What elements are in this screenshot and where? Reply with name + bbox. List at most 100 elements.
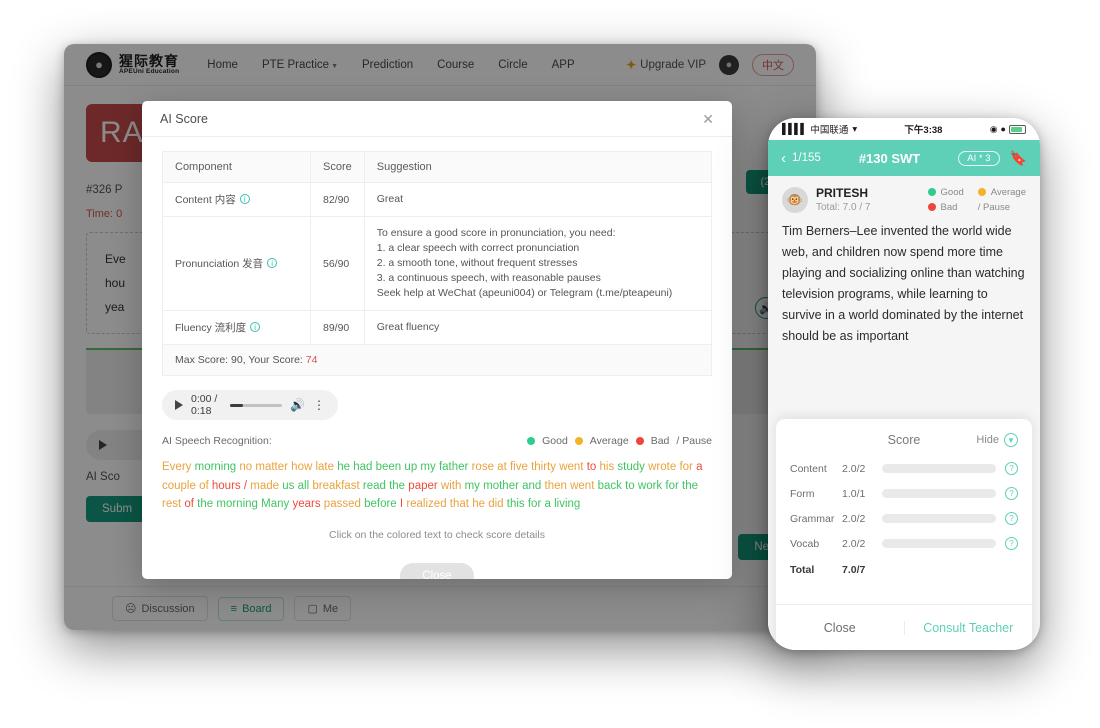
nav-link-prediction[interactable]: Prediction (362, 59, 413, 71)
transcript-word[interactable]: us (282, 480, 294, 492)
transcript-word[interactable]: study (617, 461, 645, 473)
transcript-word[interactable]: mother (483, 480, 519, 492)
transcript-word[interactable]: this (507, 498, 525, 510)
transcript-word[interactable]: the (197, 498, 213, 510)
consult-teacher-button[interactable]: Consult Teacher (903, 620, 1033, 635)
transcript-word[interactable]: of (199, 480, 209, 492)
transcript-word[interactable]: for (528, 498, 541, 510)
transcript-word[interactable]: the (389, 480, 405, 492)
transcript-word[interactable]: no (239, 461, 252, 473)
transcript-word[interactable]: years (292, 498, 320, 510)
nav-label: Circle (498, 58, 528, 71)
bottom-item-board[interactable]: ≡ Board (217, 596, 285, 621)
transcript-word[interactable]: went (559, 461, 583, 473)
info-icon[interactable]: i (250, 322, 261, 332)
bottom-item-me[interactable]: ▢ Me (294, 596, 352, 621)
transcript-word[interactable]: living (554, 498, 580, 510)
transcript-word[interactable]: work (638, 480, 662, 492)
transcript-word[interactable]: he (337, 461, 350, 473)
avatar[interactable]: ● (719, 54, 739, 75)
nav-link-home[interactable]: Home (207, 59, 238, 71)
close-icon[interactable]: ✕ (702, 112, 714, 126)
transcript-word[interactable]: my (465, 480, 480, 492)
transcript-word[interactable]: read (363, 480, 386, 492)
asr-transcript[interactable]: Every morning no matter how late he had … (162, 458, 712, 514)
submit-button[interactable]: Subm (86, 496, 149, 522)
ai-badge[interactable]: AI * 3 (958, 150, 1000, 166)
transcript-word[interactable]: my (420, 461, 435, 473)
transcript-word[interactable]: went (570, 480, 594, 492)
help-icon[interactable]: ? (1005, 512, 1018, 525)
close-button[interactable]: Close (400, 562, 474, 579)
transcript-word[interactable]: five (510, 461, 528, 473)
transcript-word[interactable]: made (250, 480, 279, 492)
transcript-word[interactable]: morning (216, 498, 258, 510)
transcript-word[interactable]: of (184, 498, 194, 510)
info-icon[interactable]: i (267, 258, 278, 268)
language-toggle[interactable]: 中文 (752, 53, 794, 76)
transcript-word[interactable]: realized (406, 498, 446, 510)
site-logo[interactable]: ● 猩际教育 APEUni Education (86, 51, 179, 78)
upgrade-vip-button[interactable]: ✦ Upgrade VIP (626, 58, 706, 72)
info-icon[interactable]: i (239, 194, 250, 204)
transcript-word[interactable]: the (682, 480, 698, 492)
transcript-word[interactable]: at (497, 461, 507, 473)
transcript-word[interactable]: a (696, 461, 702, 473)
transcript-word[interactable]: been (376, 461, 402, 473)
transcript-word[interactable]: paper (408, 480, 437, 492)
transcript-word[interactable]: thirty (531, 461, 556, 473)
transcript-word[interactable]: with (441, 480, 461, 492)
transcript-word[interactable]: all (298, 480, 310, 492)
phone-close-button[interactable]: Close (776, 621, 904, 635)
hide-score-button[interactable]: Hide ▼ (976, 433, 1018, 447)
transcript-word[interactable]: and (522, 480, 541, 492)
back-chevron-icon[interactable]: ‹ (781, 150, 786, 167)
transcript-word[interactable]: to (625, 480, 635, 492)
transcript-word[interactable]: he (472, 498, 485, 510)
transcript-word[interactable]: wrote (648, 461, 676, 473)
transcript-word[interactable]: to (587, 461, 597, 473)
transcript-word[interactable]: breakfast (312, 480, 359, 492)
transcript-word[interactable]: I (400, 498, 403, 510)
transcript-word[interactable]: then (545, 480, 567, 492)
transcript-word[interactable]: / (244, 480, 247, 492)
nav-link-pte-practice[interactable]: PTE Practice ▼ (262, 59, 338, 71)
transcript-word[interactable]: back (598, 480, 622, 492)
audio-seek-slider[interactable] (230, 403, 283, 407)
transcript-word[interactable]: passed (324, 498, 361, 510)
transcript-word[interactable]: that (450, 498, 469, 510)
volume-icon[interactable]: 🔊 (290, 398, 305, 412)
play-icon[interactable] (175, 400, 183, 410)
transcript-word[interactable]: couple (162, 480, 196, 492)
transcript-word[interactable]: morning (195, 461, 237, 473)
play-icon[interactable] (99, 440, 107, 450)
transcript-word[interactable]: up (404, 461, 417, 473)
bookmark-icon[interactable]: 🔖 (1010, 150, 1027, 167)
transcript-word[interactable]: a (544, 498, 550, 510)
audio-player[interactable]: 0:00 / 0:18 🔊 ⋮ (162, 390, 338, 420)
transcript-word[interactable]: late (315, 461, 334, 473)
transcript-word[interactable]: for (665, 480, 678, 492)
transcript-word[interactable]: hours (212, 480, 241, 492)
transcript-word[interactable]: rose (472, 461, 494, 473)
nav-link-circle[interactable]: Circle (498, 59, 527, 71)
transcript-word[interactable]: Many (261, 498, 289, 510)
nav-link-app[interactable]: APP (552, 59, 575, 71)
transcript-word[interactable]: his (600, 461, 615, 473)
transcript-word[interactable]: how (291, 461, 312, 473)
help-icon[interactable]: ? (1005, 487, 1018, 500)
bottom-item-discussion[interactable]: ☹ Discussion (112, 596, 208, 621)
transcript-word[interactable]: matter (255, 461, 288, 473)
transcript-word[interactable]: before (364, 498, 397, 510)
nav-link-course[interactable]: Course (437, 59, 474, 71)
kebab-menu-icon[interactable]: ⋮ (313, 398, 325, 412)
transcript-word[interactable]: father (439, 461, 468, 473)
help-icon[interactable]: ? (1005, 537, 1018, 550)
transcript-word[interactable]: rest (162, 498, 181, 510)
transcript-word[interactable]: Every (162, 461, 191, 473)
transcript-word[interactable]: had (353, 461, 372, 473)
transcript-word[interactable]: for (679, 461, 692, 473)
help-icon[interactable]: ? (1005, 462, 1018, 475)
transcript-word[interactable]: did (488, 498, 503, 510)
score-name: Grammar (790, 512, 835, 525)
